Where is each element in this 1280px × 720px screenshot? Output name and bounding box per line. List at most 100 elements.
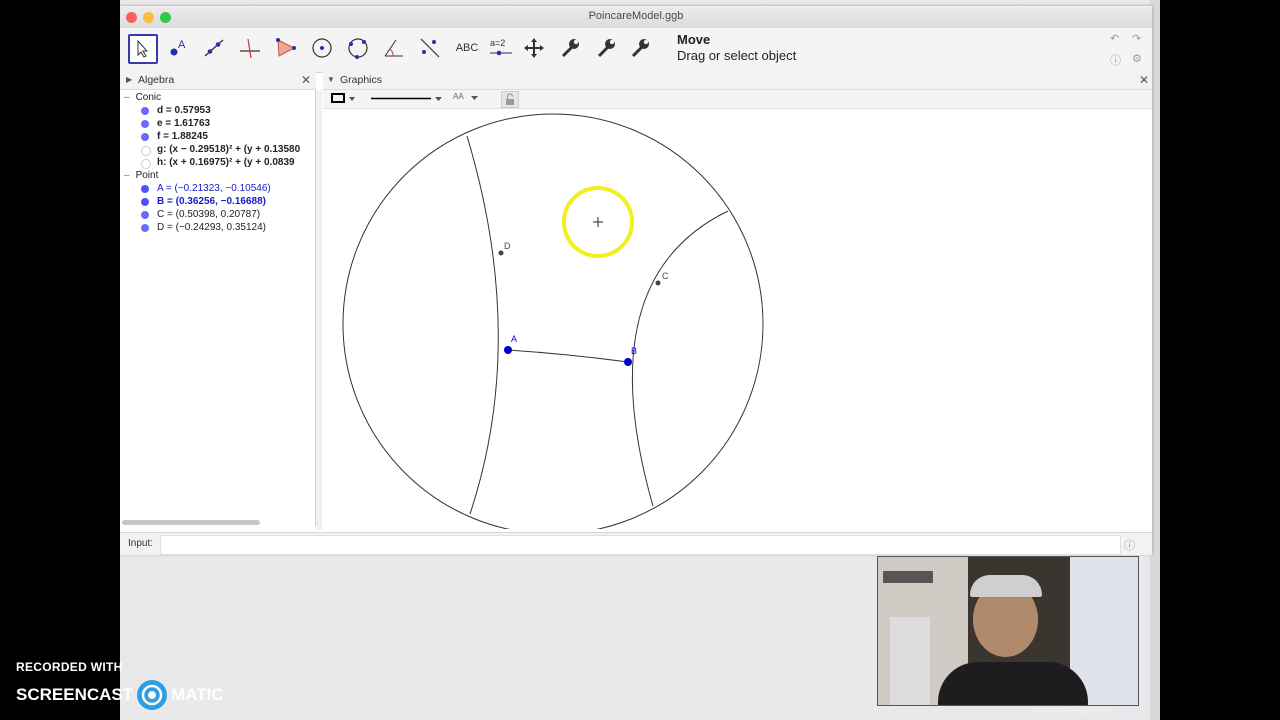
- point-b-label: B: [631, 346, 637, 356]
- visibility-toggle-icon[interactable]: [141, 120, 149, 128]
- algebra-item-text: C = (0.50398, 0.20787): [157, 209, 261, 220]
- visibility-toggle-icon[interactable]: [141, 211, 149, 219]
- line-tool-icon[interactable]: [200, 34, 228, 62]
- toolbar: A ABC a=2 Move Drag or select object ↶ ↷…: [120, 28, 1152, 73]
- algebra-item-text: g: (x − 0.29518)² + (y + 0.13580: [157, 144, 301, 155]
- slider-tool-icon[interactable]: a=2: [486, 34, 516, 62]
- line-color-button[interactable]: [331, 92, 359, 105]
- algebra-collapse-icon[interactable]: ▶: [126, 75, 132, 84]
- point-d-label: D: [504, 241, 511, 251]
- algebra-close-icon[interactable]: ✕: [301, 73, 311, 87]
- algebra-item-text: d = 0.57953: [157, 105, 211, 116]
- algebra-item-text: B = (0.36256, −0.16688): [157, 196, 266, 207]
- perpendicular-tool-icon[interactable]: [236, 34, 264, 62]
- point-tool-icon[interactable]: A: [164, 34, 192, 62]
- move-view-tool-icon[interactable]: [520, 34, 548, 62]
- title-bar[interactable]: PoincareModel.ggb: [120, 6, 1152, 29]
- poincare-disk-boundary[interactable]: [342, 113, 764, 529]
- screencast-watermark: RECORDED WITH SCREENCAST MATIC: [16, 660, 224, 710]
- window-title: PoincareModel.ggb: [588, 10, 684, 22]
- graphics-title: Graphics: [340, 74, 383, 86]
- custom-tool-2-icon[interactable]: [592, 34, 620, 62]
- algebra-category-conic[interactable]: – Conic: [124, 92, 161, 103]
- algebra-item[interactable]: e = 1.61763: [120, 118, 315, 131]
- font-size-label: AA: [453, 92, 464, 101]
- slider-tool-label: a=2: [490, 38, 505, 48]
- algebra-item[interactable]: h: (x + 0.16975)² + (y + 0.0839: [120, 157, 315, 170]
- custom-tool-3-icon[interactable]: [626, 34, 654, 62]
- algebra-view: – Conic d = 0.57953 e = 1.61763 f = 1.88245 g…: [120, 90, 316, 526]
- input-field[interactable]: [160, 535, 1121, 555]
- visibility-toggle-icon[interactable]: [141, 198, 149, 206]
- graphics-view[interactable]: A B C D: [323, 109, 1152, 529]
- lock-icon[interactable]: [501, 91, 519, 108]
- input-bar: Input: ⓘ: [120, 532, 1152, 555]
- desktop-caption: 150 Woodworking: [1036, 707, 1116, 718]
- algebra-category-point[interactable]: – Point: [124, 170, 158, 181]
- text-tool-label: ABC: [455, 42, 479, 54]
- panel-splitter[interactable]: [316, 90, 322, 530]
- reflect-tool-icon[interactable]: [416, 34, 444, 62]
- active-tool-name: Move: [677, 32, 711, 47]
- redo-icon[interactable]: ↷: [1132, 32, 1141, 45]
- circle-tool-icon[interactable]: [308, 34, 336, 62]
- graphics-style-bar: AA: [323, 90, 1152, 109]
- algebra-header: ▶ Algebra ✕: [120, 72, 316, 90]
- algebra-item-text: f = 1.88245: [157, 131, 208, 142]
- polygon-tool-icon[interactable]: [272, 34, 300, 62]
- point-a[interactable]: [504, 346, 512, 354]
- visibility-toggle-icon[interactable]: [141, 224, 149, 232]
- point-c-label: C: [662, 271, 669, 281]
- webcam-shelf: [883, 571, 933, 583]
- screencast-logo-icon: [137, 680, 168, 710]
- webcam-cabinet: [890, 617, 930, 705]
- visibility-toggle-icon[interactable]: [141, 146, 151, 156]
- input-help-icon[interactable]: ⓘ: [1124, 537, 1135, 553]
- point-b[interactable]: [624, 358, 632, 366]
- graphics-header: ▼ Graphics ✕: [323, 72, 1152, 90]
- move-tool-icon[interactable]: [128, 34, 158, 64]
- geodesic-line-h[interactable]: [466, 135, 499, 515]
- line-style-button[interactable]: [367, 92, 447, 105]
- webcam-person-shirt: [938, 662, 1088, 705]
- point-a-label: A: [511, 334, 517, 344]
- algebra-item[interactable]: D = (−0.24293, 0.35124): [120, 222, 315, 235]
- algebra-item[interactable]: B = (0.36256, −0.16688): [120, 196, 315, 209]
- algebra-item[interactable]: A = (−0.21323, −0.10546): [120, 183, 315, 196]
- circle-three-points-tool-icon[interactable]: [344, 34, 372, 62]
- visibility-toggle-icon[interactable]: [141, 133, 149, 141]
- svg-text:A: A: [178, 39, 186, 51]
- active-tool-help: Drag or select object: [677, 48, 797, 63]
- algebra-item[interactable]: f = 1.88245: [120, 131, 315, 144]
- algebra-item[interactable]: g: (x − 0.29518)² + (y + 0.13580: [120, 144, 315, 157]
- graphics-close-icon[interactable]: ✕: [1139, 73, 1149, 87]
- font-size-button[interactable]: AA: [453, 92, 483, 105]
- watermark-left: SCREENCAST: [16, 685, 134, 704]
- segment-ab[interactable]: [507, 349, 629, 363]
- point-c[interactable]: [655, 280, 661, 286]
- algebra-item[interactable]: C = (0.50398, 0.20787): [120, 209, 315, 222]
- geogebra-window: PoincareModel.ggb A ABC a=2 Move Drag or…: [120, 6, 1152, 555]
- algebra-horizontal-scrollbar[interactable]: [122, 520, 260, 525]
- point-d[interactable]: [498, 250, 504, 256]
- algebra-item[interactable]: d = 0.57953: [120, 105, 315, 118]
- help-icon[interactable]: ⓘ: [1110, 52, 1121, 68]
- algebra-category-label: Conic: [135, 92, 162, 103]
- graphics-collapse-icon[interactable]: ▼: [327, 75, 335, 84]
- geometry-canvas[interactable]: A B C D: [323, 109, 1152, 529]
- input-label: Input:: [128, 538, 154, 549]
- category-collapse-icon[interactable]: –: [124, 92, 130, 103]
- algebra-item-text: D = (−0.24293, 0.35124): [157, 222, 266, 233]
- undo-icon[interactable]: ↶: [1110, 32, 1119, 45]
- visibility-toggle-icon[interactable]: [141, 107, 149, 115]
- settings-icon[interactable]: ⚙: [1132, 52, 1142, 65]
- angle-tool-icon[interactable]: [380, 34, 408, 62]
- watermark-line1: RECORDED WITH: [16, 660, 123, 674]
- category-collapse-icon[interactable]: –: [124, 170, 130, 181]
- text-tool-icon[interactable]: ABC: [450, 34, 484, 62]
- visibility-toggle-icon[interactable]: [141, 159, 151, 169]
- visibility-toggle-icon[interactable]: [141, 185, 149, 193]
- custom-tool-1-icon[interactable]: [556, 34, 584, 62]
- algebra-title: Algebra: [138, 74, 175, 86]
- geodesic-line-g[interactable]: [631, 210, 729, 507]
